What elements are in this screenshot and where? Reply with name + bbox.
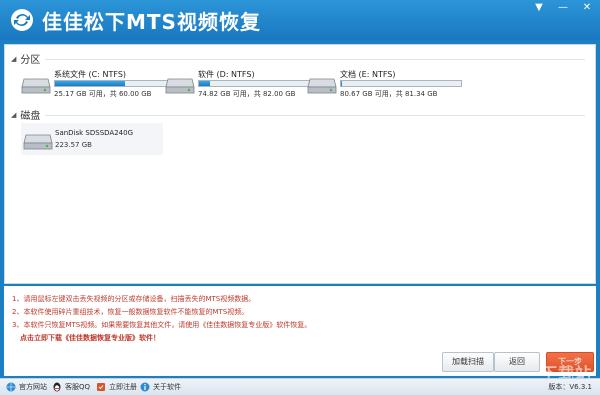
minimize-button[interactable]: —: [556, 2, 570, 14]
version-label: 版本：V6.3.1: [548, 383, 592, 391]
website-link[interactable]: 官方网站: [6, 382, 47, 392]
close-button[interactable]: ✕: [580, 2, 594, 14]
disks-header[interactable]: ◢ 磁盘: [11, 107, 41, 123]
drive-size: 74.82 GB 可用，共 82.00 GB: [198, 90, 296, 98]
qq-link[interactable]: 客服QQ: [52, 382, 90, 392]
drive-name: 软件 (D: NTFS): [198, 70, 255, 79]
drive-usage-fill: [55, 81, 125, 86]
collapse-arrow-icon[interactable]: ◢: [11, 111, 16, 119]
register-link[interactable]: 立即注册: [96, 382, 137, 392]
menu-dropdown-button[interactable]: ▼: [532, 2, 546, 14]
hard-drive-icon: [307, 78, 337, 94]
hard-drive-icon: [165, 78, 195, 94]
disk-name: SanDisk SDSSDA240G: [55, 129, 133, 137]
info-icon: [140, 382, 150, 392]
section-divider: [45, 59, 585, 60]
status-bar: 官方网站 客服QQ 立即注册 关于软件 版本：V6.3.1: [0, 378, 600, 395]
qq-icon: [53, 382, 61, 392]
drive-usage-bar: [198, 80, 320, 87]
drive-name: 系统文件 (C: NTFS): [54, 70, 127, 79]
drive-e[interactable]: 文档 (E: NTFS) 80.67 GB 可用，共 81.34 GB: [307, 69, 462, 99]
back-button[interactable]: 返回: [494, 352, 540, 372]
drive-usage-bar: [54, 80, 176, 87]
disk-item[interactable]: SanDisk SDSSDA240G 223.57 GB: [21, 123, 163, 155]
disk-size: 223.57 GB: [55, 141, 92, 149]
disks-label: 磁盘: [20, 111, 41, 122]
partitions-header[interactable]: ◢ 分区: [11, 51, 41, 67]
device-list-panel: ◢ 分区 系统文件 (C: NTFS) 25.17 GB 可用，共 60.00 …: [4, 44, 596, 284]
drive-usage-bar: [340, 80, 462, 87]
app-logo-icon: [11, 9, 33, 31]
instruction-line: 1、请用鼠标左键双击丢失视频的分区或存储设备，扫描丢失的MTS视频数据。: [12, 295, 256, 303]
hard-drive-icon: [21, 78, 51, 94]
drive-c[interactable]: 系统文件 (C: NTFS) 25.17 GB 可用，共 60.00 GB: [21, 69, 176, 99]
hard-drive-icon: [23, 134, 53, 150]
qq-label: 客服QQ: [65, 383, 91, 391]
download-pro-link[interactable]: 点击立即下载《佳佳数据恢复专业版》软件！: [20, 333, 160, 343]
title-bar: 佳佳松下MTS视频恢复 ▼ — ✕: [0, 0, 600, 40]
drive-size: 25.17 GB 可用，共 60.00 GB: [54, 90, 152, 98]
drive-size: 80.67 GB 可用，共 81.34 GB: [340, 90, 438, 98]
load-scan-button[interactable]: 加载扫描: [442, 352, 494, 372]
globe-icon: [6, 382, 16, 392]
partitions-label: 分区: [20, 55, 41, 66]
about-label: 关于软件: [153, 383, 181, 391]
section-divider: [45, 115, 585, 116]
drive-name: 文档 (E: NTFS): [340, 70, 396, 79]
collapse-arrow-icon[interactable]: ◢: [11, 55, 16, 63]
drive-usage-fill: [199, 81, 210, 86]
register-icon: [97, 383, 105, 391]
register-label: 立即注册: [109, 383, 137, 391]
about-link[interactable]: 关于软件: [140, 382, 181, 392]
instruction-line: 3、本软件只恢复MTS视频。如果需要恢复其他文件，请使用《佳佳数据恢复专业版》软…: [12, 321, 312, 329]
app-title: 佳佳松下MTS视频恢复: [42, 10, 261, 34]
instruction-line: 2、本软件使用碎片重组技术，恢复一般数据恢复软件不能恢复的MTS视频。: [12, 308, 249, 316]
website-label: 官方网站: [19, 383, 47, 391]
drive-usage-fill: [341, 81, 343, 86]
drive-d[interactable]: 软件 (D: NTFS) 74.82 GB 可用，共 82.00 GB: [165, 69, 320, 99]
